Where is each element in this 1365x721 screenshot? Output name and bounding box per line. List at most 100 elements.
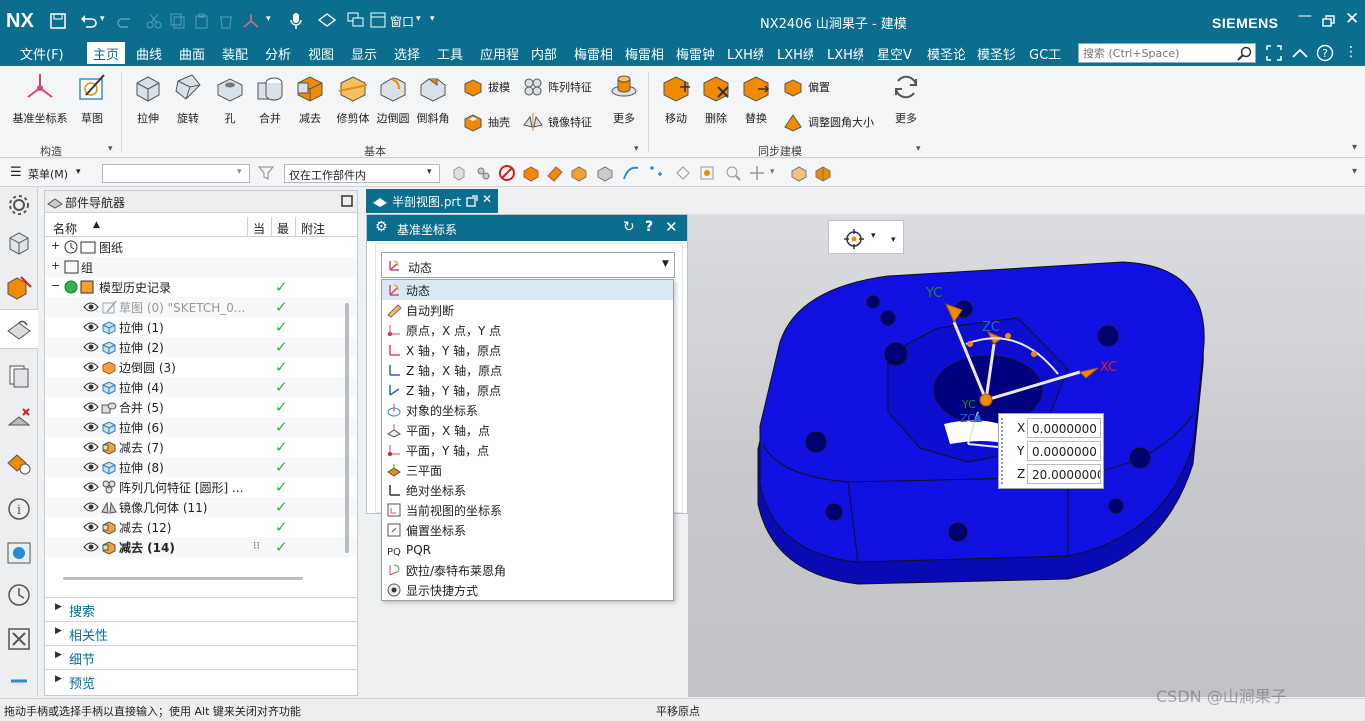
web-browser-icon[interactable] [5, 449, 33, 477]
menu-surface[interactable]: 曲面 [179, 44, 205, 63]
navigator-row[interactable]: 拉伸 (8) ✓ [45, 457, 357, 477]
option-dynamic[interactable]: 动态 [382, 280, 673, 300]
menu-view[interactable]: 视图 [308, 44, 334, 63]
minimize-icon[interactable]: — [1298, 8, 1312, 24]
datum-csys-button[interactable]: 基准坐标系 [10, 71, 70, 126]
visibility-eye-icon[interactable] [83, 361, 99, 376]
menu-internal[interactable]: 内部 [531, 44, 557, 63]
option-current-view-csys[interactable]: 当前视图的坐标系 [382, 500, 673, 520]
toolbar-collapse-icon[interactable]: ▾ [1352, 166, 1357, 177]
revolve-button[interactable]: 旋转 [168, 71, 208, 126]
quick-access-dropdown-icon[interactable]: ▾ [430, 14, 435, 24]
expand-icon[interactable]: + [51, 259, 60, 272]
type-filter-dropdown-icon[interactable]: ▾ [237, 167, 242, 177]
menu-analysis[interactable]: 分析 [265, 44, 291, 63]
option-plane-x-axis-point[interactable]: 平面，X 轴，点 [382, 420, 673, 440]
select-face-icon[interactable] [546, 164, 564, 182]
command-search-input[interactable] [1079, 44, 1229, 62]
snap-dropdown-icon[interactable]: ▾ [770, 167, 775, 177]
visibility-eye-icon[interactable] [83, 321, 99, 336]
group-dropdown-icon[interactable]: ▾ [634, 144, 639, 154]
feature-select-icon[interactable] [474, 164, 492, 182]
tab-part-file[interactable]: 半剖视图.prt ✕ [366, 189, 498, 213]
filter-icon[interactable] [258, 165, 274, 181]
fullscreen-icon[interactable] [1266, 45, 1282, 61]
undo-icon[interactable] [80, 13, 98, 29]
column-name[interactable]: 名称 [53, 220, 77, 237]
process-studio-icon[interactable] [5, 625, 33, 653]
select-solid-icon[interactable] [570, 164, 588, 182]
trim-body-button[interactable]: 修剪体 [333, 71, 373, 126]
dialog-help-icon[interactable]: ? [645, 219, 653, 235]
switch-window-icon[interactable] [347, 12, 365, 28]
menu-plugin-3[interactable]: 梅雷钟 [676, 44, 714, 63]
dialog-close-icon[interactable]: ✕ [665, 218, 678, 236]
type-filter-select[interactable]: ▾ [102, 164, 250, 183]
selection-body-icon[interactable] [790, 164, 808, 182]
edge-blend-button[interactable]: 边倒圆 [373, 71, 413, 126]
column-current[interactable]: 当 [253, 220, 265, 237]
more-features-button[interactable]: 更多 [604, 71, 644, 126]
replace-face-button[interactable]: 替换 [736, 71, 776, 126]
option-plane-y-axis-point[interactable]: 平面，Y 轴，点 [382, 440, 673, 460]
navigator-row[interactable]: + 组 [45, 257, 357, 277]
navigator-row[interactable]: 拉伸 (6) ✓ [45, 417, 357, 437]
subtract-button[interactable]: 减去 [290, 71, 330, 126]
navigator-row[interactable]: 减去 (12) ✓ [45, 517, 357, 537]
navigator-row[interactable]: 草图 (0) "SKETCH_0... ✓ [45, 297, 357, 317]
dialog-title-bar[interactable]: ⚙ 基准坐标系 ↻ ? ✕ [367, 215, 687, 241]
coord-box-grip[interactable] [1001, 418, 1005, 484]
csys-dropdown-icon[interactable]: ▾ [266, 14, 271, 24]
select-body-icon[interactable] [522, 164, 540, 182]
coord-input-x[interactable]: 0.0000000 [1027, 418, 1101, 438]
visibility-eye-icon[interactable] [83, 421, 99, 436]
column-latest[interactable]: 最 [277, 220, 289, 237]
unite-button[interactable]: 合并 [250, 71, 290, 126]
option-euler-angles[interactable]: 欧拉/泰特布莱恩角 [382, 560, 673, 580]
visibility-eye-icon[interactable] [83, 381, 99, 396]
navigator-row[interactable]: 减去 (7) ✓ [45, 437, 357, 457]
visibility-eye-icon[interactable] [83, 401, 99, 416]
menu-mosheng-2[interactable]: 模圣钐 [977, 44, 1015, 63]
ribbon-collapse-icon[interactable]: ▾ [1352, 142, 1357, 153]
visibility-eye-icon[interactable] [83, 501, 99, 516]
save-icon[interactable] [50, 13, 66, 29]
csys-icon[interactable] [242, 12, 260, 30]
collapse-ribbon-icon[interactable] [1292, 47, 1308, 59]
navigator-row[interactable]: 拉伸 (2) ✓ [45, 337, 357, 357]
tab-popout-icon[interactable] [466, 195, 478, 207]
shell-button[interactable]: 抽壳 [462, 111, 510, 133]
resize-blend-button[interactable]: 调整圆角大小 [782, 111, 874, 133]
visibility-eye-icon[interactable] [83, 461, 99, 476]
dialog-reset-icon[interactable]: ↻ [623, 219, 635, 235]
option-z-axis-y-axis-origin[interactable]: Z 轴，Y 轴，原点 [382, 380, 673, 400]
close-icon[interactable]: ✕ [1345, 9, 1359, 29]
navigator-hscrollbar[interactable] [63, 577, 303, 580]
paste-icon[interactable] [194, 13, 210, 29]
redo-icon[interactable] [116, 13, 134, 29]
menu-select[interactable]: 选择 [394, 44, 420, 63]
history-clock-icon[interactable] [5, 581, 33, 609]
chamfer-button[interactable]: 倒斜角 [413, 71, 453, 126]
option-three-planes[interactable]: 三平面 [382, 460, 673, 480]
section-search[interactable]: ▶ 搜索 [45, 597, 357, 620]
menu-button[interactable]: 菜单(M) [28, 166, 68, 182]
option-object-csys[interactable]: 对象的坐标系 [382, 400, 673, 420]
offset-face-button[interactable]: 偏置 [782, 76, 830, 98]
group-dropdown-icon[interactable]: ▾ [108, 144, 113, 154]
help-icon[interactable]: ? [1316, 44, 1334, 62]
sort-ascending-icon[interactable]: ▲ [93, 220, 100, 230]
window-menu[interactable]: 窗口 [390, 13, 414, 30]
visibility-eye-icon[interactable] [83, 541, 99, 556]
section-details[interactable]: ▶ 细节 [45, 645, 357, 668]
sketch-button[interactable]: 草图 [72, 71, 112, 126]
navigator-row[interactable]: 拉伸 (4) ✓ [45, 377, 357, 397]
navigator-row[interactable]: − 模型历史记录 ✓ [45, 277, 357, 297]
menu-file[interactable]: 文件(F) [20, 44, 64, 63]
menu-home[interactable]: 主页 [87, 42, 126, 64]
menu-dropdown-icon[interactable]: ▾ [76, 167, 81, 177]
navigator-maximize-icon[interactable] [341, 195, 353, 207]
menu-applications[interactable]: 应用程 [480, 44, 518, 63]
coord-input-y[interactable]: 0.0000000 [1027, 441, 1101, 461]
menu-curve[interactable]: 曲线 [136, 44, 162, 63]
